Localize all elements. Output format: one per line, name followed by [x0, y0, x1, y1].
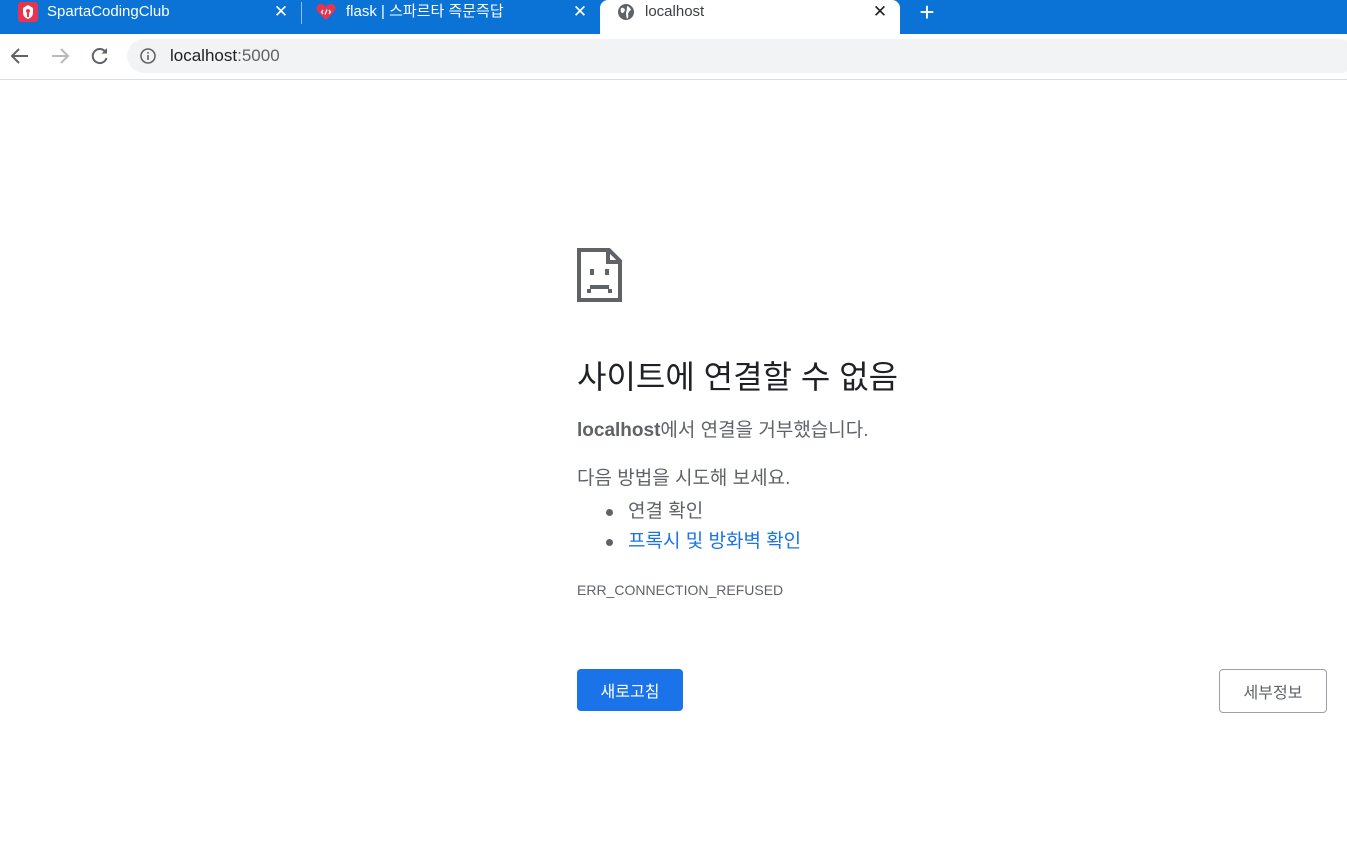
- error-code: ERR_CONNECTION_REFUSED: [577, 582, 784, 598]
- error-summary-text: 에서 연결을 거부했습니다.: [660, 420, 869, 441]
- tab-spartacodingclub[interactable]: SpartaCodingClub ✕: [0, 0, 300, 34]
- browser-toolbar: localhost:5000: [0, 34, 1347, 80]
- suggestions-list: 연결 확인 프록시 및 방화벽 확인: [577, 497, 801, 557]
- reload-page-button[interactable]: 새로고침: [577, 669, 683, 711]
- globe-icon: [616, 2, 636, 22]
- close-tab-icon[interactable]: ✕: [572, 3, 588, 21]
- tab-flask[interactable]: flask | 스파르타 즉문즉답 ✕: [300, 0, 600, 34]
- close-tab-icon[interactable]: ✕: [872, 3, 888, 21]
- suggestions-intro: 다음 방법을 시도해 보세요.: [577, 468, 791, 489]
- arrow-left-icon: [10, 48, 28, 64]
- url-port: :5000: [237, 46, 280, 65]
- back-button[interactable]: [8, 44, 32, 68]
- bullet-icon: [606, 539, 613, 546]
- url-text: localhost:5000: [170, 47, 280, 65]
- close-tab-icon[interactable]: ✕: [273, 3, 289, 21]
- refresh-icon: [91, 48, 108, 65]
- list-item: 연결 확인: [577, 497, 801, 527]
- tab-localhost[interactable]: localhost ✕: [600, 0, 900, 34]
- bullet-icon: [606, 509, 613, 516]
- url-host: localhost: [170, 46, 238, 65]
- tab-title: SpartaCodingClub: [47, 3, 170, 20]
- tab-title: localhost: [645, 3, 705, 20]
- address-bar[interactable]: localhost:5000: [127, 39, 1347, 73]
- error-host: localhost: [577, 420, 661, 441]
- info-icon[interactable]: [139, 47, 157, 65]
- tab-title: flask | 스파르타 즉문즉답: [346, 3, 504, 20]
- sad-page-icon: [577, 248, 622, 302]
- reload-button[interactable]: [88, 44, 112, 68]
- tab-strip: SpartaCodingClub ✕ flask | 스파르타 즉문즉답 ✕ l…: [0, 0, 1347, 34]
- heart-code-icon: [315, 1, 337, 23]
- forward-button[interactable]: [48, 44, 72, 68]
- details-button[interactable]: 세부정보: [1219, 669, 1327, 713]
- list-item: 프록시 및 방화벽 확인: [577, 527, 801, 557]
- check-proxy-firewall-link[interactable]: 프록시 및 방화벽 확인: [628, 531, 801, 552]
- arrow-right-icon: [52, 48, 70, 64]
- suggestion-check-connection: 연결 확인: [628, 501, 704, 522]
- sparta-logo-icon: [17, 1, 39, 23]
- new-tab-button[interactable]: +: [916, 0, 938, 25]
- error-page: 사이트에 연결할 수 없음 localhost에서 연결을 거부했습니다. 다음…: [0, 80, 1347, 842]
- page-title: 사이트에 연결할 수 없음: [577, 359, 899, 395]
- error-summary: localhost에서 연결을 거부했습니다.: [577, 420, 869, 442]
